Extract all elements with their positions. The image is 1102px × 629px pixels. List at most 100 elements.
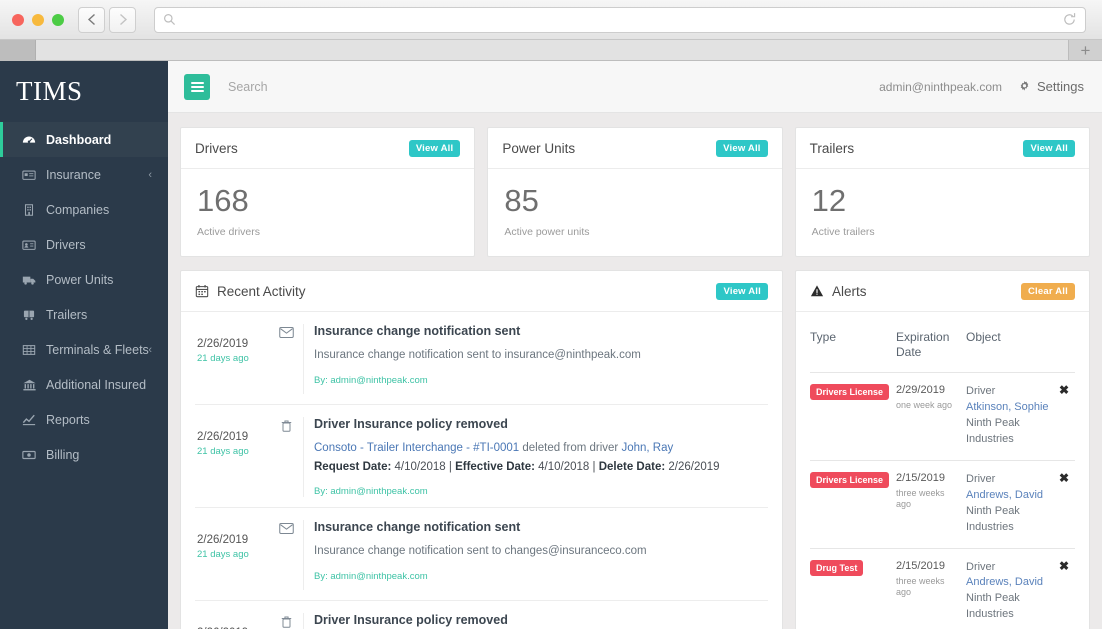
card-header: Trailers View All [795,128,1089,169]
reload-icon[interactable] [1062,12,1077,27]
status-badge: Drivers License [810,384,890,400]
warning-triangle-icon [810,285,824,297]
activity-item[interactable]: 2/26/2019 21 days ago Driver Insurance p… [195,404,768,507]
card-title: Trailers [809,140,855,156]
search-input[interactable]: Search [228,80,268,94]
alert-expiration-cell: 2/15/2019 three weeks ago [896,459,966,548]
dashboard: Drivers View All 168 Active drivers Powe… [168,113,1102,629]
table-header-row: Type Expiration Date Object [810,316,1075,373]
activity-date-value: 2/26/2019 [197,338,249,350]
activity-relative-time: 21 days ago [197,353,249,364]
stat-value: 85 [504,183,539,218]
new-tab-button[interactable]: + [1068,40,1102,60]
sidebar-item-label: Billing [46,447,80,462]
url-input[interactable] [182,12,1077,27]
alert-expiration-cell: 2/15/2019 three weeks ago [896,547,966,629]
card-title-label: Alerts [832,283,867,299]
alert-expiration-date: 2/15/2019 [896,559,945,572]
envelope-icon [269,324,303,394]
activity-meta-value: 4/10/2018 [534,460,590,473]
table-grid-icon [22,343,37,357]
view-all-button[interactable]: View All [716,139,768,157]
card-body: 12 Active trailers [796,169,1089,256]
sidebar: TIMS Dashboard Insurance ‹ Companies Dri… [0,61,168,629]
alert-dismiss-cell: ✖ [1058,459,1075,548]
alert-object-kind: Driver [966,560,996,573]
sidebar-item-terminals-fleets[interactable]: Terminals & Fleets ‹ [0,332,168,367]
close-window-button[interactable] [12,13,24,26]
activity-author: By: admin@ninthpeak.com [314,486,428,498]
activity-description: Insurance change notification sent to in… [314,349,641,361]
close-icon[interactable]: ✖ [1059,471,1069,485]
activity-body: Insurance change notification sent Insur… [303,324,768,394]
activity-meta-value: 4/10/2018 [391,460,446,473]
activity-date: 2/26/2019 21 days ago [195,324,269,394]
envelope-icon [269,520,303,590]
alert-type-cell: Drug Test [810,547,896,629]
activity-object-link[interactable]: Consoto - Trailer Interchange - #TI-0001 [314,442,519,454]
activity-meta-value: 2/26/2019 [665,460,720,473]
alert-object-link[interactable]: Atkinson, Sophie [966,400,1053,416]
settings-button[interactable]: Settings [1018,79,1084,94]
sidebar-item-reports[interactable]: Reports [0,402,168,437]
alert-expiration-date: 2/29/2019 [896,384,945,396]
main-content: Search admin@ninthpeak.com Settings Driv… [168,61,1102,629]
clear-all-button[interactable]: Clear All [1021,282,1075,300]
activity-item[interactable]: 2/26/2019 21 days ago Insurance change n… [195,312,768,404]
address-bar[interactable] [154,6,1086,33]
window-controls [12,13,64,26]
alert-object-link[interactable]: Andrews, David [966,488,1053,504]
menu-toggle-button[interactable] [184,73,210,100]
sidebar-item-insurance[interactable]: Insurance ‹ [0,157,168,192]
app-logo[interactable]: TIMS [0,61,168,122]
sidebar-item-additional-insured[interactable]: Additional Insured [0,367,168,402]
card-body: 85 Active power units [488,169,781,256]
sidebar-item-power-units[interactable]: Power Units [0,262,168,297]
close-icon[interactable]: ✖ [1059,559,1069,573]
close-icon[interactable]: ✖ [1059,383,1069,397]
minimize-window-button[interactable] [32,13,44,26]
sidebar-item-label: Reports [46,412,90,427]
view-all-button[interactable]: View All [1023,139,1075,157]
activity-date: 2/26/2019 21 days ago [195,613,269,629]
column-header-actions [1059,316,1075,373]
view-all-button[interactable]: View All [716,282,768,300]
bank-icon [22,378,37,392]
stat-subtitle: Active drivers [197,226,261,238]
activity-item[interactable]: 2/26/2019 21 days ago Insurance change n… [195,507,768,600]
building-icon [22,203,37,217]
card-title: Power Units [502,140,576,156]
stat-card-drivers: Drivers View All 168 Active drivers [180,127,476,257]
forward-button[interactable] [109,6,136,33]
card-header: Power Units View All [488,128,782,169]
activity-title: Insurance change notification sent [314,520,521,535]
activity-driver-link[interactable]: John, Ray [621,442,673,454]
stat-value: 12 [811,183,847,218]
back-button[interactable] [78,6,105,33]
alert-object-company: Ninth Peak Industries [966,504,1020,533]
chevron-left-icon: ‹ [148,168,152,181]
card-header: Recent Activity View All [181,271,782,312]
alert-object-link[interactable]: Andrews, David [966,575,1053,591]
activity-title: Driver Insurance policy removed [314,613,508,628]
maximize-window-button[interactable] [52,13,64,26]
activity-item[interactable]: 2/26/2019 21 days ago Driver Insurance p… [195,600,768,629]
sidebar-item-billing[interactable]: Billing [0,437,168,472]
view-all-button[interactable]: View All [408,139,461,157]
tab-strip-left-spacer [0,40,36,60]
sidebar-item-label: Drivers [46,237,86,252]
card-header: Alerts Clear All [796,271,1089,312]
sidebar-item-drivers[interactable]: Drivers [0,227,168,262]
activity-date-value: 2/26/2019 [197,534,249,547]
sidebar-item-dashboard[interactable]: Dashboard [0,122,168,157]
alert-object-cell: Driver Andrews, David Ninth Peak Industr… [966,459,1059,548]
sidebar-item-trailers[interactable]: Trailers [0,297,168,332]
application: TIMS Dashboard Insurance ‹ Companies Dri… [0,61,1102,629]
activity-description: Insurance change notification sent to ch… [314,545,647,558]
card-title: Drivers [195,140,238,156]
tab-active[interactable] [36,40,1068,60]
alert-relative-time: three weeks ago [896,575,945,598]
alert-object-cell: Driver Andrews, David Ninth Peak Industr… [966,547,1059,629]
sidebar-item-companies[interactable]: Companies [0,192,168,227]
trailer-icon [22,308,37,322]
